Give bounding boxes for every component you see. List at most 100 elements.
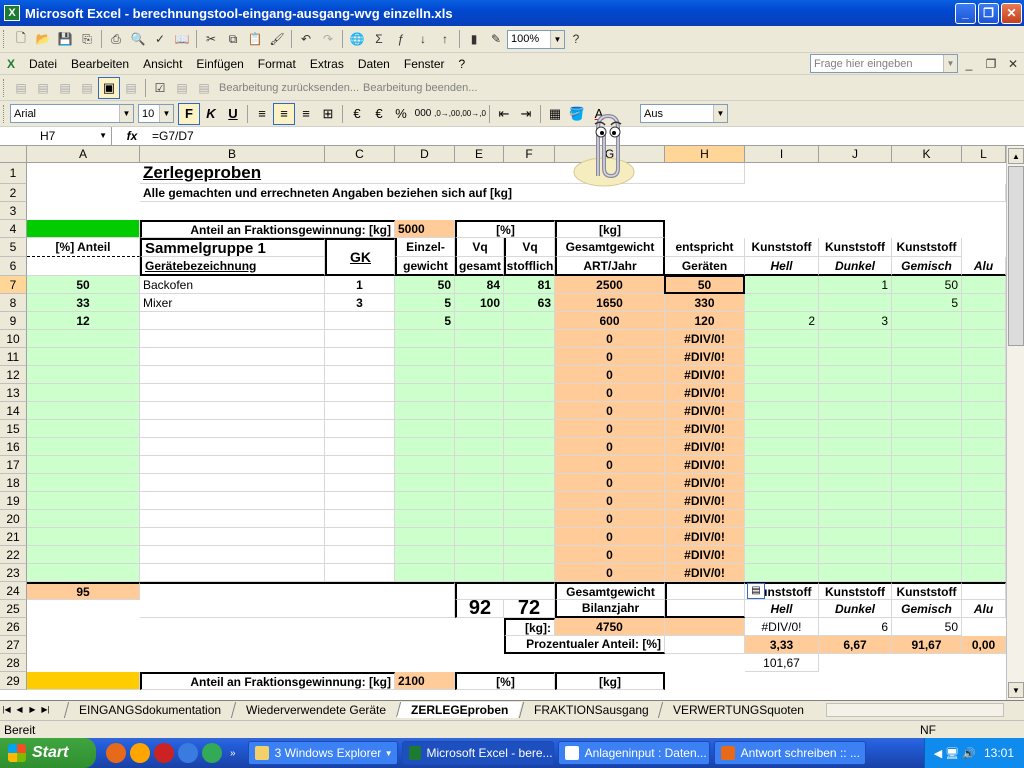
cell-a15[interactable]	[27, 420, 140, 438]
cell-l20[interactable]	[962, 510, 1006, 528]
row-header-3[interactable]: 3	[0, 202, 27, 220]
kg-unit-r29[interactable]: [kg]	[555, 672, 665, 690]
cell-a17[interactable]	[27, 456, 140, 474]
cell-a19[interactable]	[27, 492, 140, 510]
column-header-l[interactable]: L	[962, 146, 1006, 163]
cell-j9[interactable]: 3	[819, 312, 892, 330]
cell-l7[interactable]	[962, 276, 1006, 294]
gesamt-header[interactable]: gesamt	[455, 257, 504, 276]
cell-f7[interactable]: 81	[504, 276, 555, 294]
kunststoff-k-header[interactable]: Kunststoff	[892, 238, 962, 257]
cell-e10[interactable]	[455, 330, 504, 348]
gk-header[interactable]: GK	[325, 238, 395, 276]
cell-c16[interactable]	[325, 438, 395, 456]
save-icon[interactable]: 💾	[54, 28, 76, 50]
cell-l23[interactable]	[962, 564, 1006, 582]
cell-b17[interactable]	[140, 456, 325, 474]
cell-k15[interactable]	[892, 420, 962, 438]
thousands-button[interactable]: 000	[412, 103, 434, 125]
cell-c19[interactable]	[325, 492, 395, 510]
cell-i21[interactable]	[745, 528, 819, 546]
cell-g26[interactable]: 4750	[555, 618, 665, 636]
cell-g16[interactable]: 0	[555, 438, 665, 456]
cell-h7[interactable]: 50	[665, 276, 745, 294]
decrease-indent-icon[interactable]: ⇤	[493, 103, 515, 125]
first-sheet-icon[interactable]: |◀	[0, 705, 13, 714]
horizontal-scrollbar[interactable]	[826, 702, 1004, 717]
format-painter-icon[interactable]: 🖌	[266, 28, 288, 50]
row-header-8[interactable]: 8	[0, 294, 27, 312]
cell-g23[interactable]: 0	[555, 564, 665, 582]
cell-e22[interactable]	[455, 546, 504, 564]
cell-h18[interactable]: #DIV/0!	[665, 474, 745, 492]
cell-e25[interactable]: 92	[455, 600, 504, 618]
cell-k7[interactable]: 50	[892, 276, 962, 294]
cell-e24[interactable]	[455, 582, 555, 600]
cell-c10[interactable]	[325, 330, 395, 348]
cell-d18[interactable]	[395, 474, 455, 492]
cell-c13[interactable]	[325, 384, 395, 402]
column-header-d[interactable]: D	[395, 146, 455, 163]
cell-l14[interactable]	[962, 402, 1006, 420]
cell-g19[interactable]: 0	[555, 492, 665, 510]
cell-d11[interactable]	[395, 348, 455, 366]
row-header-7[interactable]: 7	[0, 276, 27, 294]
cell-i22[interactable]	[745, 546, 819, 564]
cell-h14[interactable]: #DIV/0!	[665, 402, 745, 420]
track-changes-icon[interactable]: ☑	[149, 77, 171, 99]
quicklaunch-more-icon[interactable]: »	[230, 748, 236, 759]
office-assistant-icon[interactable]	[568, 110, 638, 188]
menu-fenster[interactable]: Fenster	[397, 55, 452, 73]
paste-icon[interactable]: 📋	[244, 28, 266, 50]
merge-center-icon[interactable]: ⊞	[317, 103, 339, 125]
cell-b14[interactable]	[140, 402, 325, 420]
function-icon[interactable]: ƒ	[390, 28, 412, 50]
cell-k8[interactable]: 5	[892, 294, 962, 312]
prev-sheet-icon[interactable]: ◀	[13, 705, 26, 714]
cell-a11[interactable]	[27, 348, 140, 366]
cell-j12[interactable]	[819, 366, 892, 384]
menu-ansicht[interactable]: Ansicht	[136, 55, 189, 73]
permission-icon[interactable]: ⎘	[76, 28, 98, 50]
cell-b24[interactable]	[140, 582, 455, 618]
hell-header[interactable]: Hell	[745, 257, 819, 276]
cell-e19[interactable]	[455, 492, 504, 510]
cell-h20[interactable]: #DIV/0!	[665, 510, 745, 528]
cell-f19[interactable]	[504, 492, 555, 510]
cell-a21[interactable]	[27, 528, 140, 546]
stofflich-header[interactable]: stofflich	[504, 257, 555, 276]
cell-f9[interactable]	[504, 312, 555, 330]
vq-header-e[interactable]: Vq	[455, 238, 504, 257]
cell-e21[interactable]	[455, 528, 504, 546]
cell-b18[interactable]	[140, 474, 325, 492]
review-icon-5[interactable]: ▤	[120, 77, 142, 99]
cell-e7[interactable]: 84	[455, 276, 504, 294]
cell-g12[interactable]: 0	[555, 366, 665, 384]
geraetebezeichnung-header[interactable]: Gerätebezeichnung	[140, 257, 325, 276]
new-icon[interactable]: 🗋	[10, 28, 32, 50]
cell-k10[interactable]	[892, 330, 962, 348]
review-icon-7[interactable]: ▤	[193, 77, 215, 99]
cell-i16[interactable]	[745, 438, 819, 456]
cell-d8[interactable]: 5	[395, 294, 455, 312]
cell-i7[interactable]	[745, 276, 819, 294]
cell-d15[interactable]	[395, 420, 455, 438]
cell-c20[interactable]	[325, 510, 395, 528]
cell-g20[interactable]: 0	[555, 510, 665, 528]
cell-b7[interactable]: Backofen	[140, 276, 325, 294]
cell-f20[interactable]	[504, 510, 555, 528]
row-header-2[interactable]: 2	[0, 184, 27, 202]
drawing-icon[interactable]: ✎	[485, 28, 507, 50]
cell-f17[interactable]	[504, 456, 555, 474]
paste-options-icon[interactable]: ▤	[747, 583, 765, 599]
cell-c11[interactable]	[325, 348, 395, 366]
cell-a4[interactable]	[27, 220, 140, 238]
sheet-title[interactable]: Zerlegeproben	[140, 163, 745, 184]
cell-j14[interactable]	[819, 402, 892, 420]
entspricht-header[interactable]: entspricht	[665, 238, 745, 257]
menu-extras[interactable]: Extras	[303, 55, 351, 73]
cell-c9[interactable]	[325, 312, 395, 330]
chart-wizard-icon[interactable]: ▮	[463, 28, 485, 50]
anteil-header[interactable]: [%] Anteil	[27, 238, 140, 257]
cell-b9[interactable]	[140, 312, 325, 330]
